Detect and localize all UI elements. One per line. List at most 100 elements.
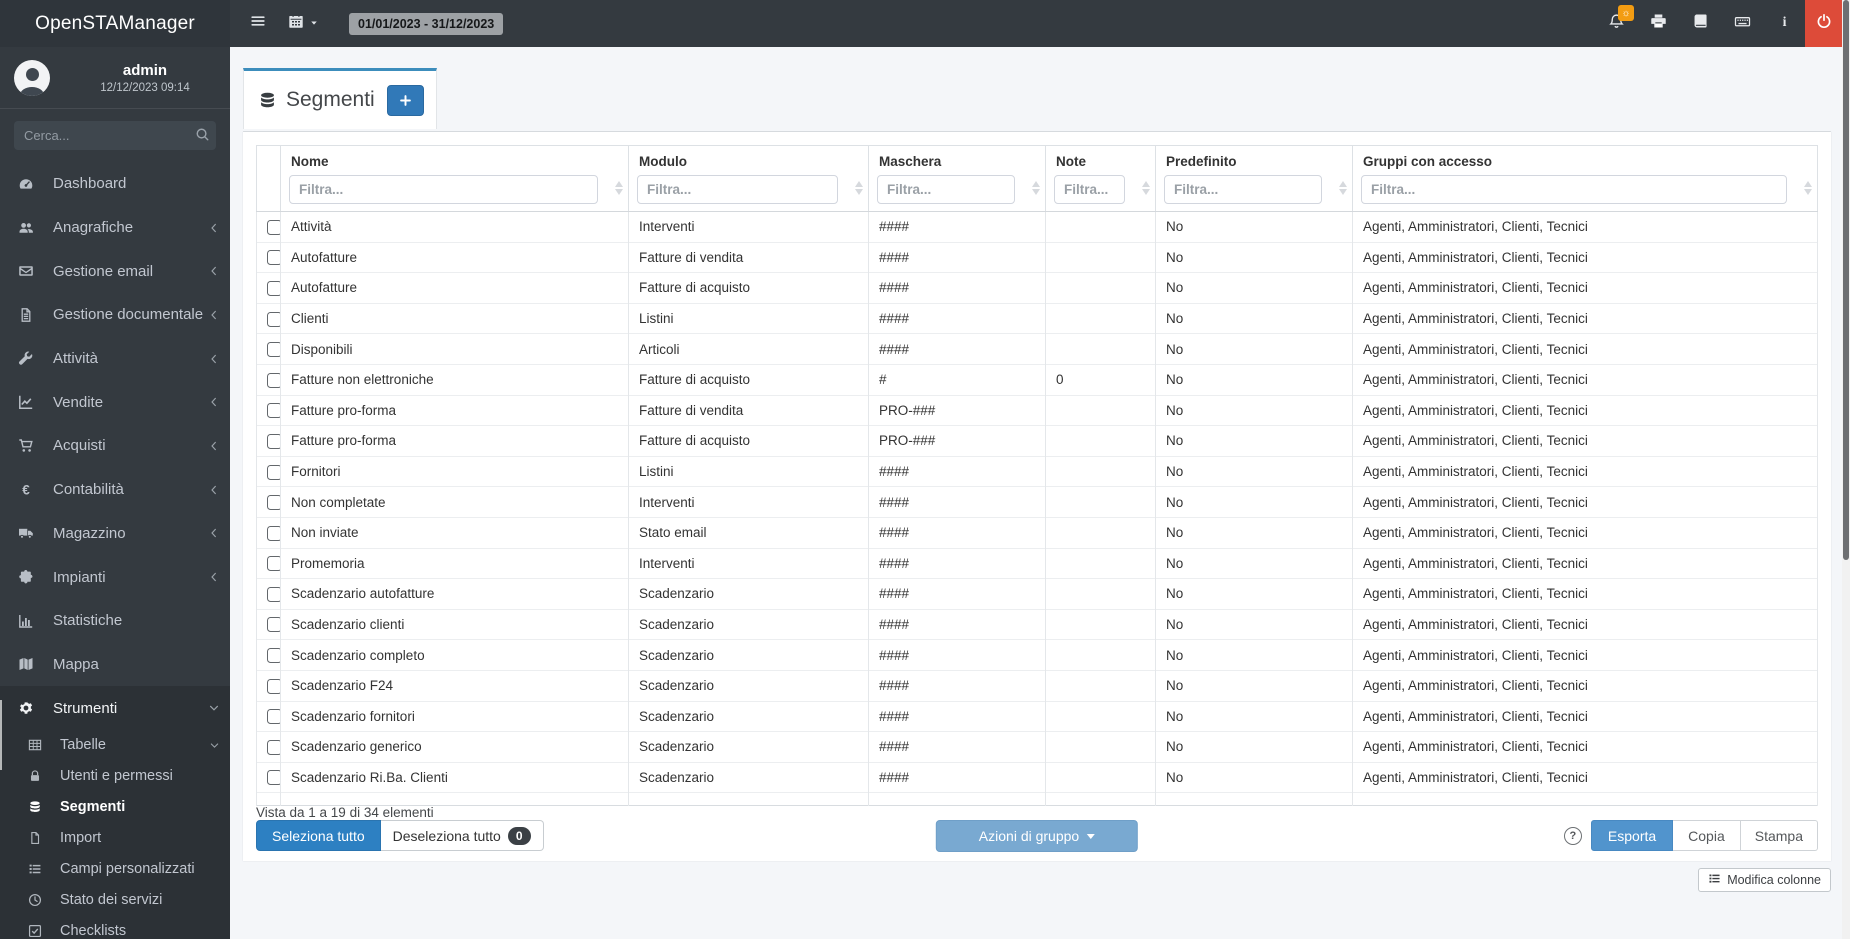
sort-arrows-icon[interactable] [1339,181,1347,195]
copy-button[interactable]: Copia [1673,820,1741,851]
table-row[interactable]: Autofatture Fatture di vendita #### No Agent… [256,241,1818,273]
row-checkbox[interactable] [267,372,280,388]
row-checkbox[interactable] [267,586,280,602]
sidebar-item-vendite[interactable]: Vendite [0,380,230,424]
sidebar-item-anagrafiche[interactable]: Anagrafiche [0,206,230,250]
table-row[interactable]: Disponibili Articoli #### No Agenti, Amminis… [256,333,1818,365]
info-button[interactable]: i [1763,0,1805,47]
row-checkbox[interactable] [267,280,280,296]
search-icon[interactable] [195,127,210,145]
sidebar-scrollbar-thumb[interactable] [0,700,2,770]
filter-input-nome[interactable] [289,175,598,204]
row-checkbox[interactable] [267,709,280,725]
row-checkbox[interactable] [267,556,280,572]
sidebar-item-checklists[interactable]: Checklists [0,916,230,939]
table-row[interactable]: Non inviate Stato email #### No Agenti, Ammi… [256,516,1818,549]
hamburger-icon[interactable] [250,13,266,34]
row-checkbox[interactable] [267,525,280,541]
sort-arrows-icon[interactable] [615,181,623,195]
filter-input-gruppi-con-accesso[interactable] [1361,175,1787,204]
avatar[interactable] [14,60,50,96]
sidebar-item-statistiche[interactable]: Statistiche [0,599,230,643]
group-actions-button[interactable]: Azioni di gruppo [935,820,1139,852]
keyboard-button[interactable] [1721,0,1763,47]
row-checkbox[interactable] [267,311,280,327]
sidebar-item-acquisti[interactable]: Acquisti [0,424,230,468]
sidebar-item-attivita[interactable]: Attività [0,337,230,381]
deselect-all-button[interactable]: Deseleziona tutto 0 [380,820,544,851]
sidebar-item-utenti-e-permessi[interactable]: Utenti e permessi [0,761,230,792]
table-row[interactable]: Promemoria Interventi #### No Agenti, Ammini… [256,547,1818,579]
logout-button[interactable] [1805,0,1842,47]
sort-arrows-icon[interactable] [1142,181,1150,195]
brand-logo[interactable]: OpenSTAManager [0,0,230,47]
row-checkbox[interactable] [267,739,280,755]
date-range-badge[interactable]: 01/01/2023 - 31/12/2023 [349,12,504,35]
select-all-button[interactable]: Seleziona tutto [256,820,381,851]
column-header-maschera[interactable]: Maschera [868,145,1046,212]
column-header-gruppi-con-accesso[interactable]: Gruppi con accesso [1352,145,1818,212]
table-row[interactable]: Scadenzario autofatture Scadenzario #### No… [256,578,1818,610]
sidebar-item-gestione-email[interactable]: Gestione email [0,249,230,293]
filter-input-predefinito[interactable] [1164,175,1322,204]
row-checkbox[interactable] [267,219,280,235]
sort-arrows-icon[interactable] [855,181,863,195]
help-icon[interactable]: ? [1563,826,1582,845]
sort-arrows-icon[interactable] [1804,181,1812,195]
row-checkbox[interactable] [267,464,280,480]
table-row[interactable]: Fatture pro-forma Fatture di vendita PRO-#… [256,394,1818,426]
sort-arrows-icon[interactable] [1032,181,1040,195]
sidebar-item-stato-dei-servizi[interactable]: Stato dei servizi [0,885,230,916]
table-row[interactable]: Scadenzario F24 Scadenzario #### No Agenti, … [256,669,1818,701]
sidebar-item-segmenti[interactable]: Segmenti [0,792,230,823]
sidebar-item-magazzino[interactable]: Magazzino [0,512,230,556]
table-row[interactable]: Scadenzario Ri.Ba. Clienti Scadenzario ###… [256,761,1818,793]
row-checkbox[interactable] [267,617,280,633]
window-scrollbar-thumb[interactable] [1843,0,1849,560]
row-checkbox[interactable] [267,403,280,419]
printer-button[interactable] [1637,0,1679,47]
add-segment-button[interactable] [386,84,424,116]
table-row[interactable]: Clienti Listini #### No Agenti, Amministrato… [256,302,1818,334]
table-row[interactable]: Scadenzario generico Scadenzario #### No Age… [256,731,1818,763]
row-checkbox[interactable] [267,495,280,511]
export-button[interactable]: Esporta [1590,820,1674,851]
table-row[interactable]: Autofatture Fatture di acquisto #### No Agen… [256,272,1818,304]
table-row[interactable]: Fatture pro-forma Fatture di acquisto PRO-… [256,425,1818,457]
sidebar-item-impianti[interactable]: Impianti [0,555,230,599]
table-row[interactable]: Scadenzario completo Scadenzario #### No Age… [256,639,1818,671]
sidebar-item-import[interactable]: Import [0,823,230,854]
window-scrollbar[interactable] [1842,0,1850,939]
sidebar-item-gestione-documentale[interactable]: Gestione documentale [0,293,230,337]
column-header-predefinito[interactable]: Predefinito [1155,145,1353,212]
sidebar-item-mappa[interactable]: Mappa [0,643,230,687]
modify-columns-button[interactable]: Modifica colonne [1698,868,1831,892]
print-button[interactable]: Stampa [1740,820,1818,851]
book-button[interactable] [1679,0,1721,47]
period-picker[interactable] [288,13,319,34]
filter-input-maschera[interactable] [877,175,1015,204]
column-header-note[interactable]: Note [1045,145,1156,212]
tab-segmenti[interactable]: Segmenti [243,68,437,129]
table-row[interactable]: Fatture non elettroniche Fatture di acqui… [256,363,1818,396]
row-checkbox[interactable] [267,433,280,449]
sidebar-item-contabilita[interactable]: € Contabilità [0,468,230,512]
table-row[interactable]: Fornitori Listini #### No Agenti, Amministra… [256,455,1818,487]
table-row[interactable]: Attività Interventi #### No Agenti, Amminist… [256,211,1818,243]
table-row[interactable]: Scadenzario clienti Scadenzario #### No Agen… [256,608,1818,640]
column-header-nome[interactable]: Nome [280,145,629,212]
sidebar-item-tabelle[interactable]: Tabelle [0,730,230,761]
user-name[interactable]: admin [70,62,220,79]
table-row[interactable]: Scadenzario fornitori Scadenzario #### No Ag… [256,700,1818,732]
sidebar-item-campi-personalizzati[interactable]: Campi personalizzati [0,854,230,885]
row-checkbox[interactable] [267,250,280,266]
sidebar-item-strumenti[interactable]: Strumenti [0,686,230,730]
bell-button[interactable]: ☼ [1595,0,1637,47]
row-checkbox[interactable] [267,678,280,694]
row-checkbox[interactable] [267,648,280,664]
filter-input-modulo[interactable] [637,175,838,204]
table-row[interactable]: Non completate Interventi #### No Agenti, Am… [256,486,1818,518]
row-checkbox[interactable] [267,342,280,358]
sidebar-item-dashboard[interactable]: Dashboard [0,162,230,206]
filter-input-note[interactable] [1054,175,1125,204]
